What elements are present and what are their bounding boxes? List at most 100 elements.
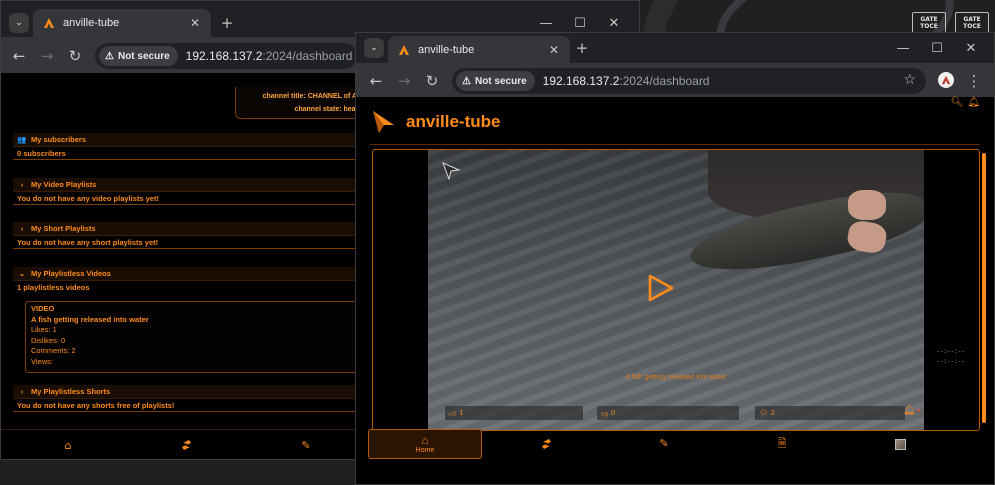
comments-button[interactable]: 💬︎ 2 [755, 406, 905, 420]
warning-icon: ⚠ [105, 50, 114, 62]
section-header[interactable]: › My Video Playlists [13, 178, 373, 192]
new-tab-button[interactable]: + [572, 38, 592, 58]
forward-button[interactable]: → [35, 44, 59, 68]
section-title: My Short Playlists [31, 224, 96, 233]
video-likes: Likes: 1 [31, 325, 57, 334]
edit-icon: ✎ [659, 438, 669, 450]
close-tab-icon[interactable]: ✕ [546, 42, 562, 58]
subscribers-icon: 👥 [17, 135, 27, 144]
section-subscribers: 👥 My subscribers 0 subscribers [13, 133, 373, 160]
warning-icon: ⚠ [462, 75, 471, 87]
video-views: Views: [31, 356, 53, 366]
back-button[interactable]: ← [7, 44, 31, 68]
tab-title: anville-tube [63, 17, 120, 29]
chevron-right-icon: › [20, 180, 24, 189]
tab-anville-tube[interactable]: anville-tube ✕ [33, 9, 211, 37]
section-value: You do not have any video playlists yet! [13, 192, 373, 205]
time-elapsed: --:--:-- [936, 348, 965, 355]
avatar [894, 438, 906, 450]
mouse-cursor-icon [442, 162, 460, 180]
section-title: My Video Playlists [31, 180, 97, 189]
anville-logo-icon [398, 44, 410, 56]
video-card[interactable]: VIDEO A fish getting released into water… [25, 301, 385, 373]
browser-window-right: ⌄ anville-tube ✕ + — ☐ ✕ ← → ↻ ⚠ Not sec… [355, 32, 995, 485]
security-label: Not secure [474, 75, 527, 87]
home-icon[interactable]: ⌂ [61, 438, 75, 452]
desktop-shortcut-icon[interactable]: GATE TOCE [955, 12, 989, 34]
nav-home[interactable]: ⌂ Home [368, 429, 482, 459]
site-name: anville-tube [406, 112, 501, 131]
tab-anville-tube[interactable]: anville-tube ✕ [388, 36, 570, 63]
section-header[interactable]: › My Playlistless Shorts [13, 385, 373, 399]
section-header[interactable]: 👥 My subscribers [13, 133, 373, 147]
security-label: Not secure [117, 50, 170, 62]
tab-search-button[interactable]: ⌄ [9, 13, 29, 33]
dislike-button[interactable]: 👎︎ 0 [597, 406, 739, 420]
address-bar[interactable]: ⚠ Not secure 192.168.137.2:2024/dashboar… [452, 68, 926, 94]
video-player[interactable]: A fish getting released into water --:--… [372, 149, 980, 431]
play-icon[interactable] [648, 274, 674, 302]
section-value: You do not have any short playlists yet! [13, 236, 373, 249]
extension-icon[interactable] [938, 72, 954, 88]
thumbs-up-icon: 👍︎ [449, 410, 457, 418]
subscribe-bell-icon[interactable]: 🔔︎✕ [903, 405, 922, 416]
video-dislikes: Dislikes: 0 [31, 335, 66, 345]
close-tab-icon[interactable]: ✕ [187, 15, 203, 31]
section-title: My Playlistless Shorts [31, 387, 111, 396]
section-title: My Playlistless Videos [31, 269, 111, 278]
section-header[interactable]: ⌄ My Playlistless Videos [13, 267, 373, 281]
tab-search-button[interactable]: ⌄ [364, 38, 384, 58]
header-actions: 🔍︎ 🔔︎ [951, 97, 980, 108]
section-header[interactable]: › My Short Playlists [13, 222, 373, 236]
nav-upload[interactable]: 🗎︎ [762, 429, 802, 459]
video-frame[interactable]: A fish getting released into water [428, 150, 924, 430]
channel-card: channel title: CHANNEL of AWS channel st… [235, 87, 375, 119]
video-type: VIDEO [31, 304, 55, 313]
forward-button[interactable]: → [392, 69, 416, 93]
chevron-down-icon: ⌄ [15, 18, 23, 28]
search-icon[interactable]: 🔍︎ [951, 97, 964, 108]
address-bar[interactable]: ⚠ Not secure 192.168.137.2:2024/dashboar… [95, 43, 357, 69]
browser-toolbar: ← → ↻ ⚠ Not secure 192.168.137.2:2024/da… [356, 63, 994, 99]
scrollbar-thumb[interactable] [982, 153, 986, 423]
reload-button[interactable]: ↻ [63, 44, 87, 68]
upload-file-icon: 🗎︎ [777, 438, 787, 450]
chevron-right-icon: › [20, 224, 24, 233]
section-playlistless-videos: ⌄ My Playlistless Videos 1 playlistless … [13, 267, 373, 294]
channel-title: channel title: CHANNEL of AWS [262, 93, 368, 100]
comment-count: 2 [770, 409, 775, 417]
minimize-button[interactable]: — [886, 34, 920, 62]
section-video-playlists: › My Video Playlists You do not have any… [13, 178, 373, 205]
notification-bell-icon[interactable]: 🔔︎ [967, 97, 980, 108]
section-title: My subscribers [31, 135, 87, 144]
chrome-menu-icon[interactable]: ⋮ [962, 69, 986, 93]
url-text: 192.168.137.2:2024/dashboard [185, 49, 353, 63]
nav-profile[interactable] [880, 429, 920, 459]
video-title[interactable]: A fish getting released into water [31, 315, 379, 326]
security-chip[interactable]: ⚠ Not secure [456, 71, 535, 91]
back-button[interactable]: ← [364, 69, 388, 93]
nav-edit[interactable]: ✎ [644, 429, 684, 459]
security-chip[interactable]: ⚠ Not secure [99, 46, 178, 66]
section-value: You do not have any shorts free of playl… [13, 399, 373, 412]
home-icon: ⌂ [421, 434, 429, 447]
bookmark-star-icon[interactable]: ☆ [903, 72, 916, 88]
section-value: 0 subscribers [13, 147, 373, 160]
new-tab-button[interactable]: + [217, 13, 237, 33]
nav-shorts[interactable] [526, 429, 566, 459]
comment-icon: 💬︎ [759, 410, 768, 417]
shorts-icon[interactable] [179, 438, 193, 452]
anville-tube-logo-icon [370, 109, 396, 135]
watch-page: anville-tube 🔍︎ 🔔︎ A fish getting releas… [356, 97, 994, 484]
edit-icon[interactable]: ✎ [299, 438, 313, 452]
close-window-button[interactable]: ✕ [954, 34, 988, 62]
like-button[interactable]: 👍︎ 1 [445, 406, 583, 420]
dislike-count: 0 [611, 409, 616, 417]
section-value: 1 playlistless videos [17, 283, 90, 292]
reload-button[interactable]: ↻ [420, 69, 444, 93]
maximize-button[interactable]: ☐ [920, 34, 954, 62]
anville-logo-icon [43, 17, 55, 29]
site-brand[interactable]: anville-tube [370, 109, 500, 135]
shorts-icon [541, 439, 551, 449]
desktop-shortcut-icon[interactable]: GATE TOCE [912, 12, 946, 34]
